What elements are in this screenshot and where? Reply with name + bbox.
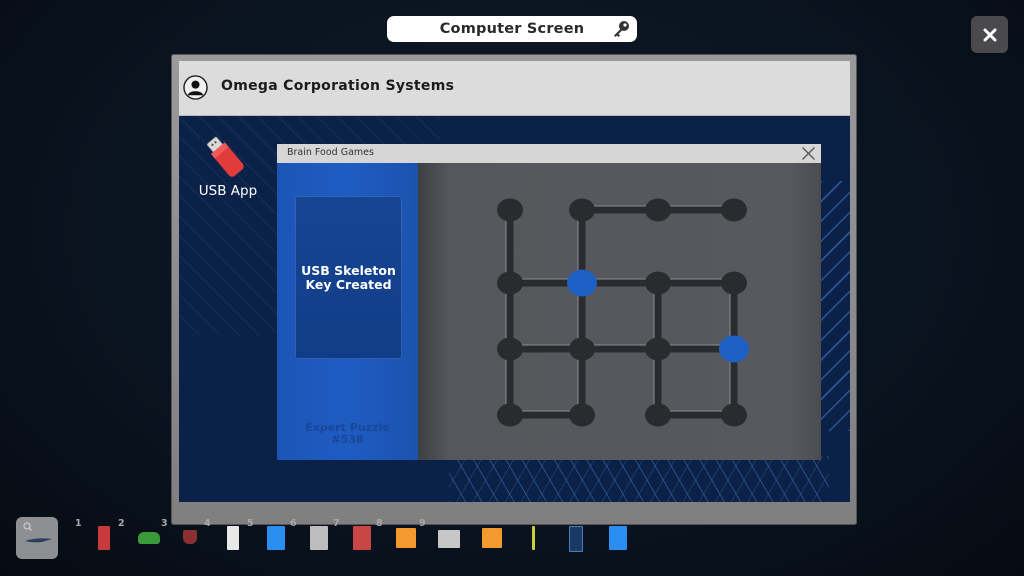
puzzle-node[interactable] (645, 271, 671, 295)
puzzle-node-active[interactable] (567, 269, 597, 297)
info-panel: USB Skeleton Key Created Expert Puzzle #… (277, 163, 418, 460)
hotbar-slot[interactable] (560, 522, 590, 554)
remote-control-icon (569, 526, 583, 552)
screwdriver-icon (532, 526, 535, 550)
puzzle-grid (497, 198, 749, 427)
key-icon (614, 21, 629, 37)
puzzle-node[interactable] (497, 198, 523, 222)
red-card-icon (98, 526, 110, 550)
screen-title: Computer Screen (439, 21, 585, 37)
noodle-cup-icon (183, 530, 197, 544)
puzzle-node[interactable] (645, 198, 671, 222)
puzzle-node[interactable] (497, 403, 523, 427)
inspect-slot[interactable] (16, 517, 58, 559)
hotbar-slot-number: 2 (118, 518, 125, 529)
gray-card-icon (310, 526, 328, 550)
blue-card-icon (609, 526, 627, 550)
hotbar-slot[interactable] (603, 522, 633, 554)
hotbar-slot[interactable]: 2 (118, 518, 162, 554)
puzzle-node[interactable] (645, 403, 671, 427)
close-icon[interactable] (800, 145, 817, 162)
puzzle-node[interactable] (569, 337, 595, 361)
gray-note-icon (438, 530, 460, 548)
puzzle-node[interactable] (645, 337, 671, 361)
hotbar-slot-number: 7 (333, 518, 340, 529)
puzzle-board (418, 163, 821, 460)
puzzle-node[interactable] (721, 403, 747, 427)
puzzle-node[interactable] (569, 403, 595, 427)
inventory-hotbar: 1 2 3 4 5 6 7 8 9 (0, 512, 1024, 576)
status-card: USB Skeleton Key Created (295, 196, 402, 359)
watering-can-icon (138, 532, 160, 544)
puzzle-number: #538 (331, 433, 364, 446)
hotbar-slot[interactable] (518, 522, 548, 554)
puzzle-node[interactable] (721, 271, 747, 295)
puzzle-node-active[interactable] (719, 335, 749, 363)
orange-note-icon (396, 528, 416, 548)
desktop-icon-label: USB App (198, 183, 258, 199)
hotbar-slot-number: 4 (204, 518, 211, 529)
window-titlebar[interactable]: Brain Food Games (277, 144, 821, 163)
screen-title-bar: Computer Screen (387, 16, 637, 42)
hotbar-slot[interactable]: 8 (376, 518, 420, 554)
user-avatar-icon (183, 75, 208, 100)
status-message-line: Key Created (305, 276, 392, 292)
puzzle-label: Expert Puzzle #538 (277, 422, 418, 446)
hotbar-slot-number: 1 (75, 518, 82, 529)
hotbar-slot[interactable]: 5 (247, 518, 291, 554)
orange-sticky-icon (482, 528, 502, 548)
computer-screen: Omega Corporation Systems USB App Brain … (179, 61, 850, 502)
hotbar-slot[interactable] (476, 522, 506, 554)
hotbar-slot[interactable]: 1 (75, 518, 119, 554)
hotbar-slot-number: 3 (161, 518, 168, 529)
usb-drive-icon (207, 136, 244, 177)
puzzle-node[interactable] (497, 271, 523, 295)
status-message: USB Skeleton Key Created (301, 262, 396, 292)
desktop-icon-usb-app[interactable]: USB App (195, 131, 261, 199)
hotbar-slot[interactable]: 7 (333, 518, 377, 554)
status-message-line: USB Skeleton (301, 262, 396, 278)
hotbar-slot-number: 9 (419, 518, 426, 529)
brain-food-games-window: Brain Food Games USB Skeleton Key Create… (277, 144, 821, 460)
background-pattern (449, 456, 829, 502)
hotbar-slot-number: 5 (247, 518, 254, 529)
os-title: Omega Corporation Systems (221, 78, 455, 94)
red-book-icon (353, 526, 371, 550)
hotbar-slot[interactable]: 3 (161, 518, 205, 554)
close-view-button[interactable] (971, 16, 1008, 53)
paper-note-icon (227, 526, 239, 550)
window-title: Brain Food Games (287, 147, 374, 158)
hotbar-slot-number: 6 (290, 518, 297, 529)
hotbar-slot[interactable]: 4 (204, 518, 248, 554)
hotbar-slot[interactable]: 9 (419, 518, 463, 554)
puzzle-node[interactable] (497, 337, 523, 361)
search-icon (23, 522, 52, 543)
puzzle-node[interactable] (569, 198, 595, 222)
hotbar-slot[interactable]: 6 (290, 518, 334, 554)
puzzle-node[interactable] (721, 198, 747, 222)
os-header: Omega Corporation Systems (179, 61, 850, 116)
blue-card-icon (267, 526, 285, 550)
close-icon (983, 28, 996, 41)
hotbar-slot-number: 8 (376, 518, 383, 529)
